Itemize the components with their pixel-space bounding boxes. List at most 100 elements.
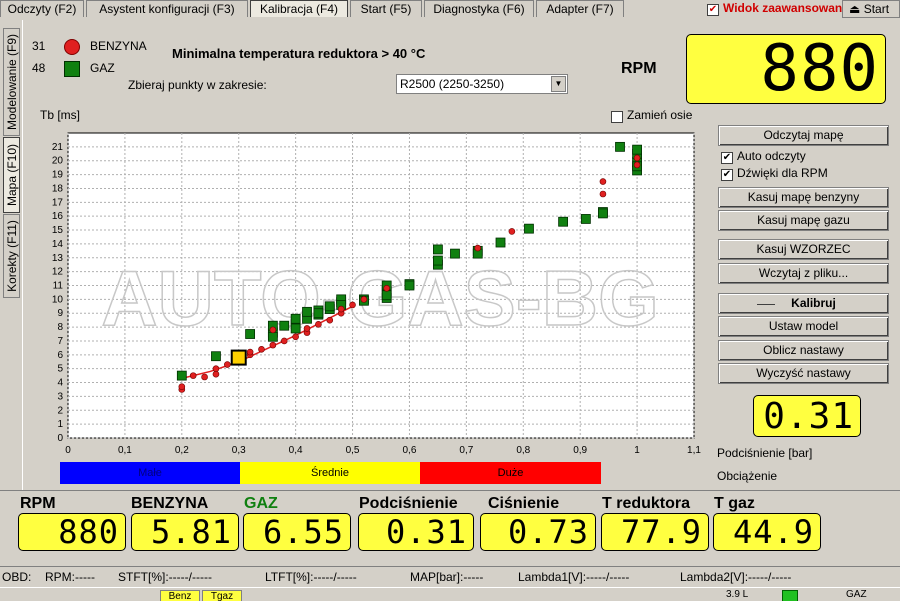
- y-tick-label: 15: [52, 225, 64, 236]
- y-tick-label: 2: [57, 405, 63, 416]
- load-band-1: Małe: [60, 462, 240, 484]
- gaz-point: [176, 370, 187, 381]
- benzyna-point: [633, 161, 641, 169]
- benzyna-point: [269, 326, 277, 334]
- calibrate-button[interactable]: Kalibruj: [718, 293, 889, 314]
- obd-label: OBD:: [2, 570, 32, 584]
- readout-rpm-label: RPM: [20, 495, 56, 512]
- gaz-point: [211, 351, 221, 362]
- gaz-point: [267, 331, 278, 342]
- clear-settings-button[interactable]: Wyczyść nastawy: [718, 363, 889, 384]
- y-tick-label: 5: [57, 364, 63, 375]
- load-axis-label: Obciążenie: [717, 469, 778, 483]
- calibrate-label: Kalibruj: [791, 296, 836, 310]
- readout-rpm-value: 880: [18, 513, 126, 551]
- gaz-point: [433, 244, 443, 255]
- gaz-point: [524, 223, 534, 234]
- clear-gas-map-button[interactable]: Kasuj mapę gazu: [718, 210, 889, 231]
- compute-settings-button[interactable]: Oblicz nastawy: [718, 340, 889, 361]
- gaz-point: [302, 306, 312, 317]
- x-tick-label: 0,9: [573, 445, 587, 456]
- gaz-point: [495, 237, 506, 248]
- readout-vacuum-label: Podciśnienie: [359, 495, 458, 512]
- gas-indicator-button[interactable]: Tgaz: [202, 590, 242, 601]
- readout-gas-temp-label: T gaz: [714, 495, 755, 512]
- benzyna-point: [315, 321, 322, 328]
- x-tick-label: 0,8: [516, 445, 530, 456]
- gaz-point: [404, 280, 415, 291]
- gaz-point: [324, 301, 335, 312]
- readout-vacuum-value: 0.31: [358, 513, 474, 551]
- obd-lambda2: Lambda2[V]:-----/-----: [680, 570, 792, 584]
- readout-reducer-temp-label: T reduktora: [602, 495, 691, 512]
- y-tick-label: 0: [57, 433, 63, 444]
- readout-reducer-temp-value: 77.9: [601, 513, 709, 551]
- y-tick-label: 18: [52, 183, 64, 194]
- readout-benzyna-value: 5.81: [131, 513, 239, 551]
- y-tick-label: 1: [57, 419, 63, 430]
- y-tick-label: 8: [57, 322, 63, 333]
- benzyna-point: [360, 296, 368, 303]
- y-tick-label: 11: [53, 281, 64, 292]
- gaz-point: [632, 144, 642, 155]
- petrol-indicator-button[interactable]: Benz: [160, 590, 200, 601]
- gaz-point: [381, 290, 392, 301]
- x-tick-label: 0,1: [118, 445, 132, 456]
- clear-petrol-map-button[interactable]: Kasuj mapę benzyny: [718, 187, 889, 208]
- readout-benzyna-label: BENZYNA: [131, 495, 209, 512]
- rpm-sounds-label: Dźwięki dla RPM: [737, 166, 828, 180]
- benzyna-point: [269, 341, 277, 349]
- y-tick-label: 13: [52, 253, 64, 264]
- benzyna-point: [246, 348, 254, 356]
- y-tick-label: 9: [57, 308, 63, 319]
- load-band-3: Duże: [420, 462, 601, 484]
- y-tick-label: 21: [52, 142, 64, 153]
- gaz-point: [558, 216, 569, 227]
- readout-pressure-value: 0.73: [480, 513, 596, 551]
- y-tick-label: 17: [52, 197, 64, 208]
- watermark-text: AUTO-GAS-BG: [101, 254, 659, 342]
- benzyna-point: [224, 361, 231, 368]
- benzyna-point: [212, 370, 220, 378]
- clear-pattern-button[interactable]: Kasuj WZORZEC: [718, 239, 889, 260]
- vacuum-label: Podciśnienie [bar]: [717, 446, 813, 460]
- gaz-point: [615, 141, 625, 152]
- vacuum-display: 0.31: [753, 395, 861, 437]
- x-tick-label: 0,2: [175, 445, 189, 456]
- voltage-readout: 3.9 L: [726, 589, 749, 600]
- gas-status-icon: [782, 590, 798, 601]
- y-tick-label: 12: [52, 267, 64, 278]
- readout-gaz-value: 6.55: [243, 513, 351, 551]
- set-model-button[interactable]: Ustaw model: [718, 316, 889, 337]
- obd-bar: OBD: RPM:----- STFT[%]:-----/----- LTFT[…: [0, 566, 900, 587]
- y-tick-label: 6: [57, 350, 63, 361]
- gaz-point: [580, 214, 591, 224]
- gaz-point: [313, 308, 324, 319]
- gaz-point: [290, 323, 301, 334]
- x-tick-label: 0,6: [403, 445, 417, 456]
- benzyna-point: [508, 228, 516, 235]
- rpm-sounds-checkbox[interactable]: ✔: [721, 169, 733, 181]
- load-file-button[interactable]: Wczytaj z pliku...: [718, 263, 889, 284]
- x-tick-label: 1,1: [687, 445, 701, 456]
- status-bar: Benz Tgaz 3.9 L GAZ: [0, 587, 900, 601]
- read-map-button[interactable]: Odczytaj mapę: [718, 125, 889, 146]
- obd-ltft: LTFT[%]:-----/-----: [265, 570, 357, 584]
- dash-icon: [757, 304, 775, 305]
- y-tick-label: 19: [52, 170, 64, 181]
- y-tick-label: 14: [52, 239, 64, 250]
- gaz-point: [279, 320, 290, 331]
- readout-gas-temp-value: 44.9: [713, 513, 821, 551]
- fuel-mode-text: GAZ: [846, 589, 867, 600]
- benzyna-point: [189, 372, 197, 379]
- auto-read-checkbox[interactable]: ✔: [721, 152, 733, 164]
- x-tick-label: 0,3: [232, 445, 246, 456]
- y-tick-label: 4: [57, 378, 63, 389]
- benzyna-point: [326, 316, 334, 324]
- y-tick-label: 20: [52, 156, 64, 167]
- current-point-marker: [230, 349, 247, 366]
- readout-pressure-label: Ciśnienie: [488, 495, 560, 512]
- benzyna-point: [178, 383, 186, 391]
- benzyna-point: [349, 301, 356, 309]
- benzyna-point: [337, 305, 345, 313]
